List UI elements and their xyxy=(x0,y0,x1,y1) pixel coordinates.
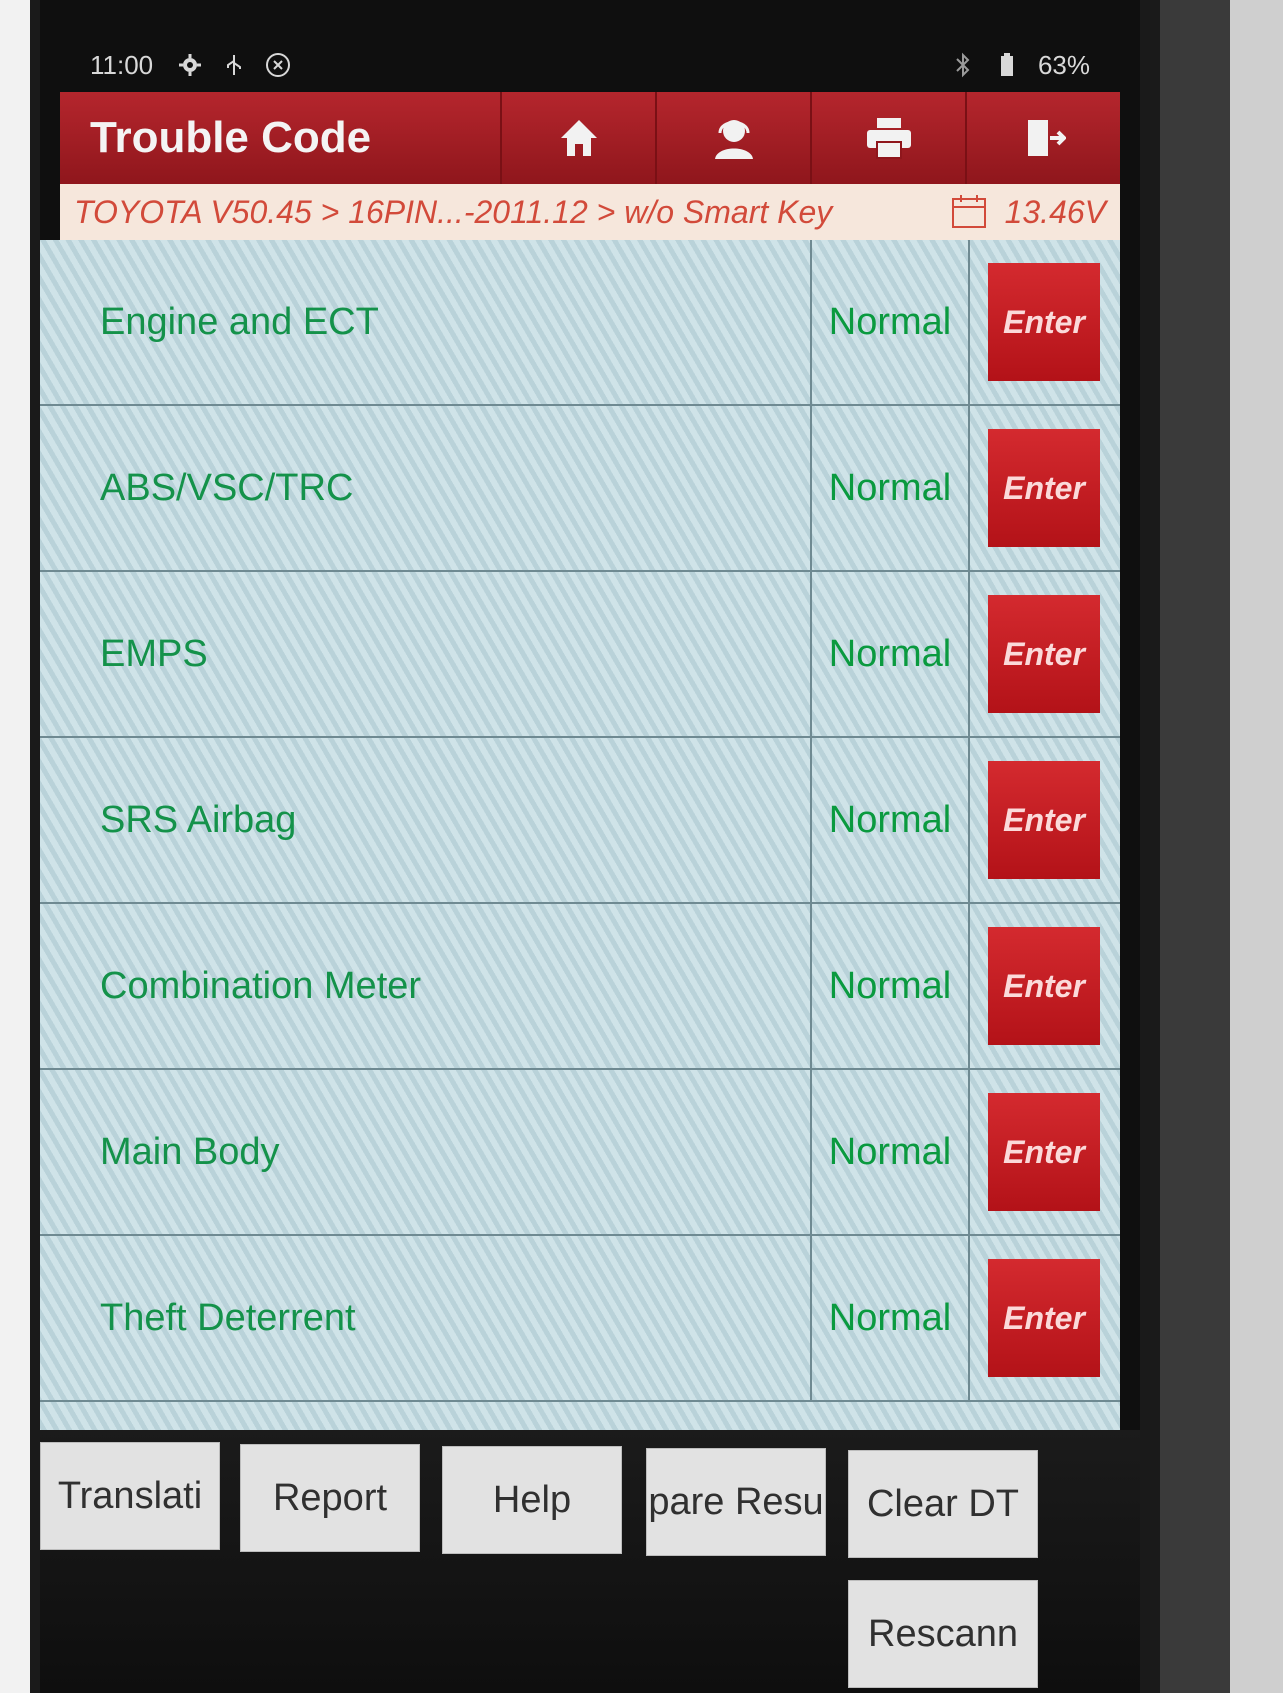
enter-button[interactable]: Enter xyxy=(988,263,1100,381)
battery-icon xyxy=(994,52,1020,78)
system-row: SRS Airbag Normal Enter xyxy=(40,738,1120,904)
enter-button[interactable]: Enter xyxy=(988,595,1100,713)
bottom-toolbar: Translati Report Help pare Resu Clear DT… xyxy=(40,1430,1140,1693)
translate-button[interactable]: Translati xyxy=(40,1442,220,1550)
print-button[interactable] xyxy=(810,92,965,184)
status-time: 11:00 xyxy=(90,49,154,80)
system-status: Normal xyxy=(810,738,970,902)
home-button[interactable] xyxy=(500,92,655,184)
page-title: Trouble Code xyxy=(90,113,372,162)
system-row: Combination Meter Normal Enter xyxy=(40,904,1120,1070)
clear-dtc-button[interactable]: Clear DT xyxy=(848,1450,1038,1558)
system-row: Theft Deterrent Normal Enter xyxy=(40,1236,1120,1402)
system-row: Engine and ECT Normal Enter xyxy=(40,240,1120,406)
system-row: ABS/VSC/TRC Normal Enter xyxy=(40,406,1120,572)
device-frame: 11:00 63% Trouble Code TOYOTA V50.45 > 1… xyxy=(0,0,1283,1693)
system-name: ABS/VSC/TRC xyxy=(100,466,354,509)
enter-button[interactable]: Enter xyxy=(988,429,1100,547)
exit-icon xyxy=(1027,120,1066,156)
compare-results-button[interactable]: pare Resu xyxy=(646,1448,826,1556)
help-button[interactable]: Help xyxy=(442,1446,622,1554)
enter-button[interactable]: Enter xyxy=(988,761,1100,879)
rescan-button[interactable]: Rescann xyxy=(848,1580,1038,1688)
battery-level: 63% xyxy=(1037,49,1090,80)
report-button[interactable]: Report xyxy=(240,1444,420,1552)
system-status: Normal xyxy=(810,1236,970,1400)
technician-button[interactable] xyxy=(655,92,810,184)
system-status: Normal xyxy=(810,240,970,404)
bluetooth-icon xyxy=(950,52,976,78)
system-row: Main Body Normal Enter xyxy=(40,1070,1120,1236)
system-name: SRS Airbag xyxy=(100,798,297,841)
system-name: EMPS xyxy=(100,632,208,675)
system-status: Normal xyxy=(810,1070,970,1234)
gear-icon xyxy=(177,52,203,78)
enter-button[interactable]: Enter xyxy=(988,1259,1100,1377)
home-icon xyxy=(560,120,597,156)
system-status: Normal xyxy=(810,572,970,736)
system-status: Normal xyxy=(810,904,970,1068)
battery-voltage: 13.46V xyxy=(951,194,1106,231)
technician-icon xyxy=(714,120,753,159)
system-name: Engine and ECT xyxy=(100,300,379,343)
status-bar: 11:00 63% xyxy=(40,40,1140,90)
screen: 11:00 63% Trouble Code TOYOTA V50.45 > 1… xyxy=(40,0,1140,1693)
system-row: EMPS Normal Enter xyxy=(40,572,1120,738)
calendar-icon xyxy=(951,195,986,228)
enter-button[interactable]: Enter xyxy=(988,927,1100,1045)
exit-button[interactable] xyxy=(965,92,1120,184)
breadcrumb: TOYOTA V50.45 > 16PIN...-2011.12 > w/o S… xyxy=(60,184,1120,240)
system-list: Engine and ECT Normal Enter ABS/VSC/TRC … xyxy=(40,240,1120,1440)
enter-button[interactable]: Enter xyxy=(988,1093,1100,1211)
system-status: Normal xyxy=(810,406,970,570)
usb-icon xyxy=(221,52,247,78)
app-header: Trouble Code xyxy=(60,92,1120,184)
voltage-value: 13.46V xyxy=(1004,193,1106,230)
system-name: Theft Deterrent xyxy=(100,1296,356,1339)
system-name: Main Body xyxy=(100,1130,280,1173)
vci-icon xyxy=(265,52,291,78)
printer-icon xyxy=(866,118,911,159)
vehicle-path: TOYOTA V50.45 > 16PIN...-2011.12 > w/o S… xyxy=(74,193,833,230)
system-name: Combination Meter xyxy=(100,964,422,1007)
